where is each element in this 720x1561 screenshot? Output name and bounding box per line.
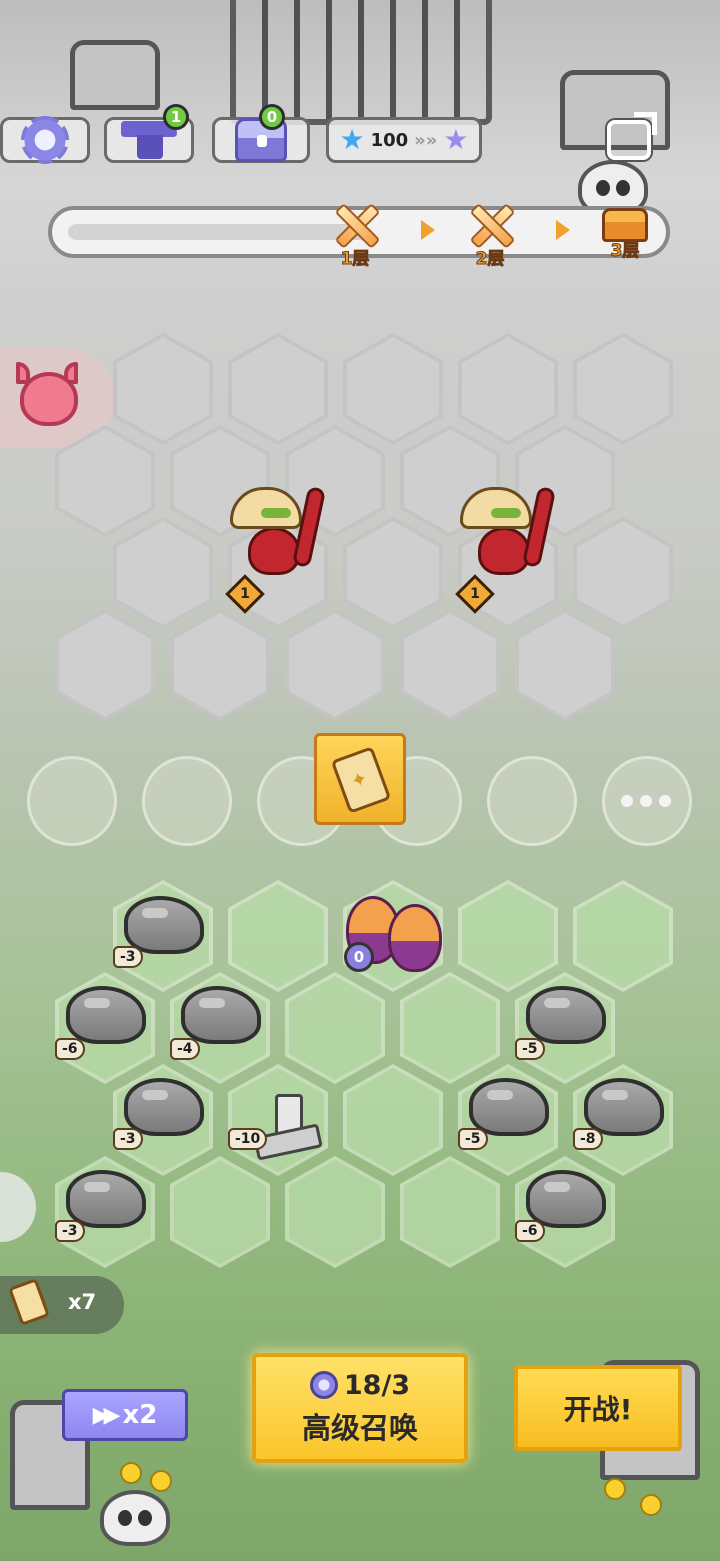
scroll-icon [8, 1278, 50, 1326]
scroll-icon [330, 746, 392, 814]
stage-2: 2层 [455, 198, 525, 270]
crossed-swords-icon [329, 198, 381, 250]
crossed-swords-icon [464, 198, 516, 250]
star-progress[interactable]: ★ 100 »» ★ [326, 117, 482, 163]
enemy-hex-cell[interactable] [515, 609, 615, 721]
taco-hat-icon [460, 487, 532, 529]
enemy-hex-cell[interactable] [343, 333, 443, 445]
skull-decoration [100, 1490, 170, 1546]
fight-label: 开战! [563, 1393, 633, 1426]
flower-decoration [604, 1478, 626, 1500]
enemy-hex-cell[interactable] [458, 333, 558, 445]
purple-star-icon: ★ [443, 123, 469, 156]
treasure-chest-icon [602, 208, 648, 242]
player-hex-cell[interactable] [285, 972, 385, 1084]
gear-icon [21, 116, 69, 164]
egg-count-badge: 0 [344, 942, 374, 972]
advanced-summon-button[interactable]: 18/3 高级召唤 [252, 1353, 468, 1463]
summon-label: 高级召唤 [301, 1410, 418, 1445]
player-hex-cell[interactable] [400, 972, 500, 1084]
obstacle-value: -8 [573, 1128, 603, 1150]
gravestone-decoration [70, 40, 160, 110]
player-hex-cell[interactable] [458, 880, 558, 992]
enemy-hex-cell[interactable] [55, 609, 155, 721]
enemy-hex-cell[interactable] [113, 517, 213, 629]
share-button[interactable] [607, 120, 651, 160]
player-hex-cell[interactable] [170, 1156, 270, 1268]
mushroom-egg-icon [388, 904, 442, 972]
scroll-inventory[interactable]: x7 [0, 1276, 124, 1334]
speed-label: x2 [122, 1400, 158, 1430]
flower-decoration [150, 1470, 172, 1492]
obstacle-value: -3 [113, 946, 143, 968]
stage-1: 1层 [320, 198, 390, 270]
enemy-hex-cell[interactable] [285, 609, 385, 721]
player-hex-cell[interactable] [343, 1064, 443, 1176]
scroll-count-label: x7 [68, 1290, 97, 1314]
obstacle-value: -6 [515, 1220, 545, 1242]
summon-cost-label: 18/3 [343, 1369, 411, 1401]
speed-toggle-button[interactable]: ▶▶ x2 [62, 1389, 188, 1441]
flower-decoration [640, 1494, 662, 1516]
forge-button[interactable]: 1 [104, 104, 194, 163]
arrow-right-icon [556, 220, 570, 240]
enemy-hex-cell[interactable] [228, 333, 328, 445]
player-hex-cell[interactable] [228, 880, 328, 992]
bench-slot[interactable] [487, 756, 577, 846]
demon-icon [16, 362, 82, 428]
summon-cost: 18/3 [309, 1369, 411, 1401]
more-dots-icon [621, 795, 671, 807]
settings-button[interactable] [0, 116, 90, 164]
stage-3: 3层 [590, 198, 660, 262]
obstacle-value: -10 [228, 1128, 268, 1150]
star-count: 100 [370, 129, 409, 151]
summon-coin-icon [309, 1371, 338, 1399]
arrow-right-icon [421, 220, 435, 240]
player-hex-cell[interactable] [285, 1156, 385, 1268]
start-battle-button[interactable]: 开战! [514, 1365, 682, 1451]
player-hex-cell[interactable] [400, 1156, 500, 1268]
enemy-hex-cell[interactable] [400, 609, 500, 721]
enemy-hex-cell[interactable] [573, 517, 673, 629]
hero-avatar-tab[interactable] [0, 1172, 36, 1242]
summon-scroll-card[interactable] [314, 733, 406, 825]
forge-count-badge: 1 [163, 104, 189, 130]
bench-slot[interactable] [27, 756, 117, 846]
chevrons-icon: »» [414, 129, 438, 151]
obstacle-value: -3 [113, 1128, 143, 1150]
blue-star-icon: ★ [339, 123, 365, 156]
bench-slot[interactable] [142, 756, 232, 846]
enemy-hex-cell[interactable] [170, 609, 270, 721]
obstacle-value: -6 [55, 1038, 85, 1060]
player-hex-cell[interactable] [573, 880, 673, 992]
obstacle-value: -3 [55, 1220, 85, 1242]
fast-forward-icon: ▶▶ [92, 1402, 121, 1428]
obstacle-value: -5 [458, 1128, 488, 1150]
obstacle-value: -5 [515, 1038, 545, 1060]
enemy-hex-cell[interactable] [343, 517, 443, 629]
chest-count-badge: 0 [259, 104, 285, 130]
obstacle-value: -4 [170, 1038, 200, 1060]
enemy-hex-cell[interactable] [113, 333, 213, 445]
taco-hat-icon [230, 487, 302, 529]
chest-button[interactable]: 0 [212, 104, 310, 163]
flower-decoration [120, 1462, 142, 1484]
enemy-hex-cell[interactable] [573, 333, 673, 445]
